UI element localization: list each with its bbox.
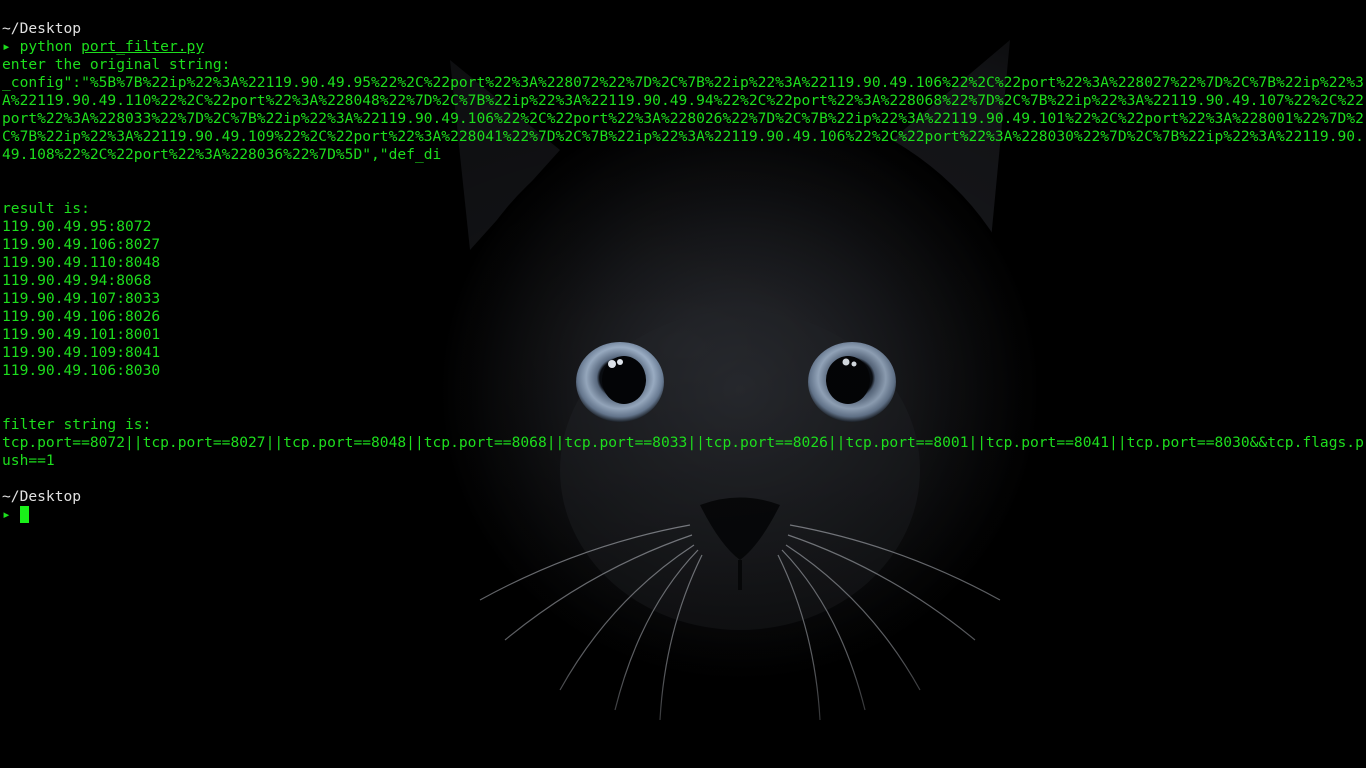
result-item: 119.90.49.106:8027 [2,236,161,253]
prompt-arrow-icon: ▸ [2,38,11,55]
filter-heading: filter string is: [2,416,152,433]
result-item: 119.90.49.109:8041 [2,344,161,361]
filter-value: tcp.port==8072||tcp.port==8027||tcp.port… [2,434,1364,469]
command-text: python [19,38,73,55]
result-heading: result is: [2,200,90,217]
result-item: 119.90.49.95:8072 [2,218,152,235]
terminal-window[interactable]: ~/Desktop ▸ python port_filter.py enter … [0,0,1366,768]
result-item: 119.90.49.106:8030 [2,362,161,379]
result-item: 119.90.49.107:8033 [2,290,161,307]
input-prompt: enter the original string: [2,56,231,73]
prompt-arrow-icon: ▸ [2,506,11,523]
active-prompt[interactable]: ▸ [2,506,1364,524]
input-value: _config":"%5B%7B%22ip%22%3A%22119.90.49.… [2,74,1364,163]
cwd-line: ~/Desktop [2,20,82,37]
command-line: ▸ python port_filter.py [2,38,1364,56]
result-item: 119.90.49.110:8048 [2,254,161,271]
terminal-output: ~/Desktop ▸ python port_filter.py enter … [2,20,1364,524]
result-item: 119.90.49.94:8068 [2,272,152,289]
text-cursor[interactable] [19,506,29,523]
result-item: 119.90.49.106:8026 [2,308,161,325]
result-item: 119.90.49.101:8001 [2,326,161,343]
command-file-link[interactable]: port_filter.py [81,38,204,55]
cwd-line: ~/Desktop [2,488,82,505]
